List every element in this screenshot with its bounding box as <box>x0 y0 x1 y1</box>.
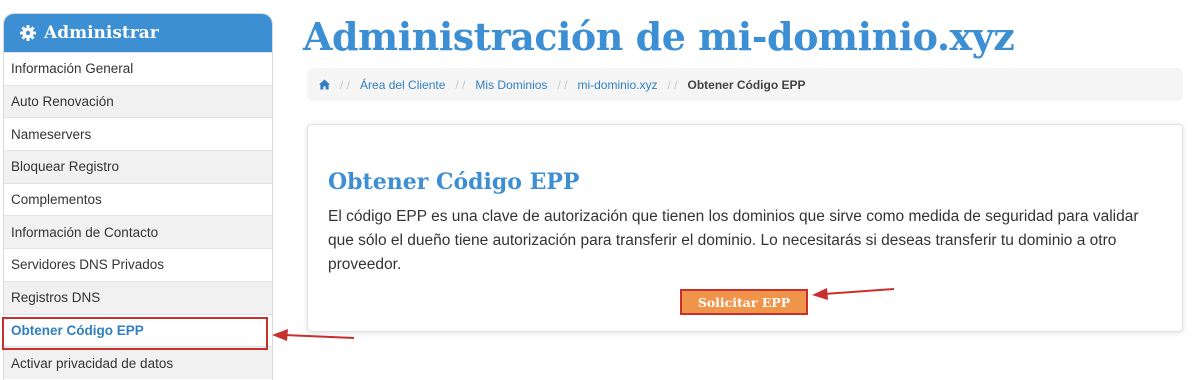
sidebar-item-informacion-general[interactable]: Información General <box>4 52 272 85</box>
breadcrumb-separator: / / <box>340 77 351 92</box>
epp-panel: Obtener Código EPP El código EPP es una … <box>307 124 1183 332</box>
breadcrumb-separator: / / <box>667 77 678 92</box>
sidebar-item-complementos[interactable]: Complementos <box>4 182 272 216</box>
sidebar-item-bloquear-registro[interactable]: Bloquear Registro <box>4 150 272 183</box>
panel-title: Obtener Código EPP <box>328 169 580 195</box>
sidebar-item-servidores-dns-privados[interactable]: Servidores DNS Privados <box>4 248 272 281</box>
annotation-arrow-button <box>812 288 895 300</box>
breadcrumb-link-area-cliente[interactable]: Área del Cliente <box>360 78 445 92</box>
sidebar-item-informacion-contacto[interactable]: Información de Contacto <box>4 215 272 249</box>
sidebar-item-auto-renovacion[interactable]: Auto Renovación <box>4 84 272 118</box>
sidebar-highlight-box <box>2 317 268 350</box>
breadcrumb-link-mis-dominios[interactable]: Mis Dominios <box>475 78 547 92</box>
gear-icon <box>20 25 36 41</box>
home-icon[interactable] <box>319 79 330 90</box>
sidebar-item-nameservers[interactable]: Nameservers <box>4 117 272 150</box>
breadcrumb-current: Obtener Código EPP <box>687 77 806 92</box>
panel-description: El código EPP es una clave de autorizaci… <box>328 208 1139 273</box>
breadcrumb-separator: / / <box>557 77 568 92</box>
breadcrumb-separator: / / <box>455 77 466 92</box>
solicitar-epp-button[interactable]: Solicitar EPP <box>680 289 808 315</box>
sidebar-item-activar-privacidad[interactable]: Activar privacidad de datos <box>4 346 272 379</box>
sidebar-title: Administrar <box>44 23 159 43</box>
breadcrumb-link-dominio[interactable]: mi-dominio.xyz <box>577 78 657 92</box>
breadcrumb: / / Área del Cliente / / Mis Dominios / … <box>307 68 1183 101</box>
page-title: Administración de mi-dominio.xyz <box>303 14 1015 59</box>
sidebar-item-registros-dns[interactable]: Registros DNS <box>4 280 272 314</box>
sidebar-header: Administrar <box>4 14 272 52</box>
